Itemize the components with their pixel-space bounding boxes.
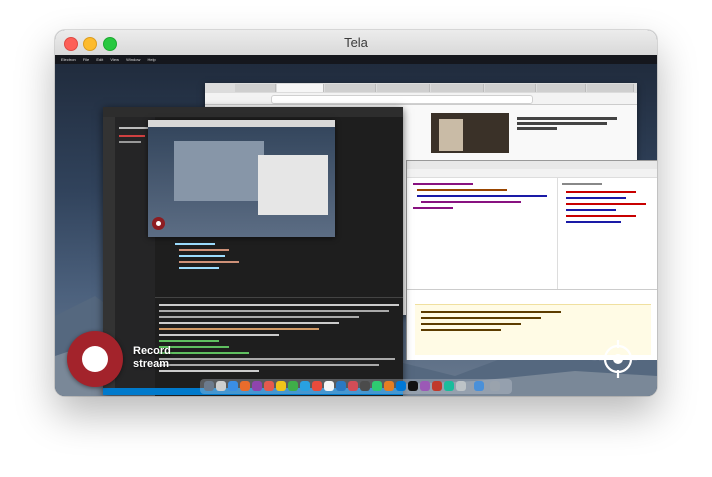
nested-record-icon	[152, 217, 165, 230]
title-bar[interactable]: Tela	[55, 30, 657, 56]
browser-tab-strip	[205, 83, 637, 93]
menubar-app-name: Electron	[61, 57, 76, 62]
desktop-menubar: Electron File Edit View Window Help	[55, 55, 657, 64]
video-thumbnail	[431, 113, 509, 153]
menubar-window: Window	[126, 57, 141, 62]
devtools-elements-panel	[407, 177, 557, 289]
record-icon	[82, 346, 108, 372]
page-text-block	[517, 115, 627, 145]
captured-devtools	[406, 160, 657, 360]
record-stream-button[interactable]	[67, 331, 123, 387]
record-label-line2: stream	[133, 358, 170, 370]
nested-recorder-window	[148, 120, 335, 237]
crosshair-icon[interactable]	[598, 339, 638, 379]
browser-address-bar	[205, 93, 637, 105]
menubar-edit: Edit	[96, 57, 104, 62]
menubar-view: View	[110, 57, 120, 62]
app-window: Tela Electron File Edit View Window Help	[55, 30, 657, 396]
menubar-help: Help	[147, 57, 156, 62]
record-label-line1: Record	[133, 345, 171, 357]
menubar-file: File	[82, 57, 90, 62]
window-title: Tela	[344, 35, 368, 50]
record-stream-label[interactable]: Record stream	[133, 345, 171, 371]
devtools-styles-panel	[557, 177, 657, 289]
desktop-dock	[200, 379, 512, 394]
